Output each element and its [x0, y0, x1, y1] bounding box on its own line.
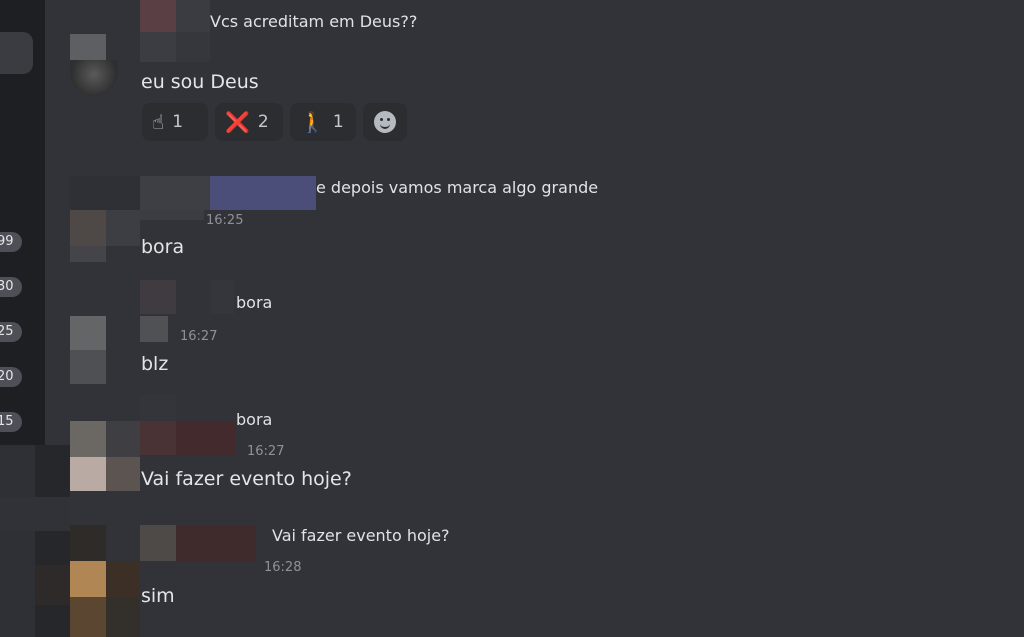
message-text: eu sou Deus: [141, 71, 259, 93]
channel-unread-badge[interactable]: 15: [0, 412, 22, 432]
cross-mark-emoji-icon: ❌: [225, 110, 250, 134]
pointing-up-emoji-icon: ☝: [152, 110, 165, 134]
channel-unread-badge[interactable]: 20: [0, 367, 22, 387]
reaction-cross-mark[interactable]: ❌ 2: [215, 103, 283, 141]
reply-preview[interactable]: Vcs acreditam em Deus??: [210, 12, 417, 31]
add-reaction-button[interactable]: [363, 103, 407, 141]
message-text: sim: [141, 585, 175, 607]
message-timestamp: 16:27: [247, 444, 285, 459]
message-timestamp: 16:27: [180, 329, 218, 344]
channel-unread-badge[interactable]: 30: [0, 277, 22, 297]
reply-preview[interactable]: Vai fazer evento hoje?: [272, 526, 450, 545]
person-with-cane-emoji-icon: 🚶: [300, 110, 325, 134]
message-text: bora: [141, 236, 185, 258]
channel-unread-badge[interactable]: 99: [0, 232, 22, 252]
reaction-pointing-up[interactable]: ☝ 1: [142, 103, 208, 141]
reaction-count: 2: [257, 112, 269, 132]
channel-unread-badge[interactable]: 25: [0, 322, 22, 342]
reaction-person-walking[interactable]: 🚶 1: [290, 103, 356, 141]
message-timestamp: 16:25: [206, 213, 244, 228]
message-timestamp: 16:28: [264, 560, 302, 575]
message-text: blz: [141, 353, 169, 375]
reply-preview[interactable]: bora: [236, 410, 272, 429]
reply-preview[interactable]: e depois vamos marca algo grande: [316, 178, 598, 197]
reply-preview[interactable]: bora: [236, 293, 272, 312]
server-item[interactable]: [0, 32, 33, 74]
smile-icon: [374, 111, 396, 133]
avatar[interactable]: [70, 60, 118, 96]
reaction-count: 1: [332, 112, 344, 132]
reaction-count: 1: [172, 112, 184, 132]
message-text: Vai fazer evento hoje?: [141, 468, 352, 490]
